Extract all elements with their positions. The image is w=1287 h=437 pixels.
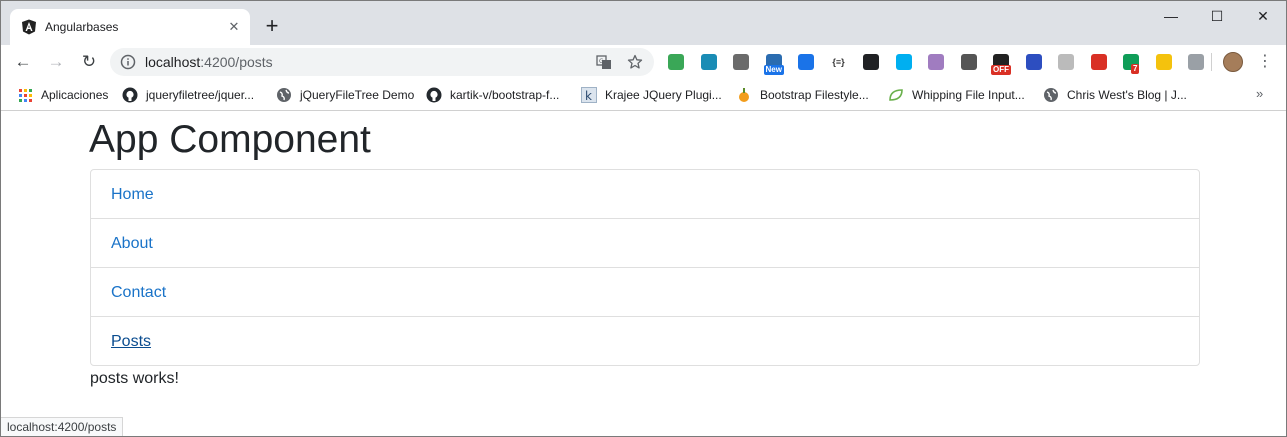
ext-yellow-search-icon[interactable] [1155,54,1172,70]
url-text[interactable]: localhost:4200/posts [145,53,273,71]
ext-terminal-icon[interactable] [863,54,879,70]
url-path: :4200/posts [200,54,273,70]
bookmark-label: Bootstrap Filestyle... [760,88,869,102]
address-bar[interactable]: localhost:4200/posts G [110,48,654,76]
bookmark-star-icon[interactable] [627,54,643,70]
ext-code-icon[interactable] [1188,54,1204,70]
ext-grid-icon[interactable] [928,54,944,70]
menu-kebab-icon[interactable]: ⋮ [1257,51,1273,73]
url-host: localhost [145,54,201,70]
nav-item-home: Home [91,170,1199,219]
bookmark-item[interactable]: jQueryFileTree Demo [276,86,414,104]
tab-close-icon[interactable]: ✕ [226,19,242,35]
nav-item-contact: Contact [91,268,1199,317]
bookmark-label: Whipping File Input... [912,88,1025,102]
bookmark-label: jqueryfiletree/jquer... [146,88,255,102]
ext-spiral-icon[interactable] [700,54,717,70]
toolbar-divider [1211,53,1212,71]
tab-strip: Angularbases ✕ + — ☐ ✕ [1,1,1286,45]
minimize-button[interactable]: — [1148,1,1194,31]
tab-title: Angularbases [45,20,119,34]
nav-link-home[interactable]: Home [111,185,154,205]
nav-link-about[interactable]: About [111,234,153,254]
bookmark-label: Aplicaciones [41,88,109,102]
maximize-button[interactable]: ☐ [1194,1,1240,31]
bookmark-label: Krajee JQuery Plugi... [605,88,722,102]
globe-icon [1043,87,1067,103]
new-tab-button[interactable]: + [260,15,284,39]
ext-check-icon[interactable] [798,54,814,70]
page-content: posts works! [90,370,179,387]
svg-text:k: k [585,89,592,103]
bookmark-label: kartik-v/bootstrap-f... [450,88,560,102]
bookmark-item[interactable]: kartik-v/bootstrap-f... [426,86,559,104]
svg-text:G: G [599,58,604,65]
bookmark-label: jQueryFileTree Demo [300,88,415,102]
bookmarks-overflow-icon[interactable]: » [1256,86,1263,101]
bookmark-label: Chris West's Blog | J... [1067,88,1187,102]
extension-badge: 7 [1131,64,1140,74]
globe-icon [276,87,300,103]
nav-link-posts[interactable]: Posts [111,332,151,352]
page-title: App Component [89,118,371,161]
bookmark-item[interactable]: Bootstrap Filestyle... [736,86,869,104]
bookmark-item[interactable]: k Krajee JQuery Plugi... [581,86,722,104]
browser-window: Angularbases ✕ + — ☐ ✕ ← → ↻ localhost:4… [0,0,1287,437]
back-button[interactable]: ← [11,50,35,74]
ext-moon-icon[interactable] [1025,54,1042,70]
browser-toolbar: ← → ↻ localhost:4200/posts G New {≡} OFF 7 … [1,45,1286,79]
bookmark-item[interactable]: Aplicaciones [17,86,108,104]
krajee-k-icon: k [581,87,605,103]
nav-item-posts: Posts [91,317,1199,366]
github-icon [426,87,450,103]
nav-list-group: Home About Contact Posts [90,169,1200,366]
reload-button[interactable]: ↻ [77,50,101,74]
github-icon [122,87,146,103]
bookmarks-bar: Aplicaciones jqueryfiletree/jquer... jQuer… [1,79,1286,111]
extension-badge: OFF [991,65,1011,75]
ext-skype-icon[interactable] [895,54,912,70]
browser-tab[interactable]: Angularbases ✕ [10,9,250,45]
ext-magnifier-icon[interactable] [733,54,749,70]
ext-refresh-icon[interactable] [1058,54,1074,70]
window-close-button[interactable]: ✕ [1240,1,1286,31]
translate-icon[interactable]: G [596,54,612,70]
page-viewport: App Component Home About Contact Posts post… [1,112,1286,436]
ext-green-j-icon[interactable] [668,54,684,70]
info-icon[interactable] [120,54,136,70]
bootstrap-filestyle-icon [736,87,760,103]
status-bar-url: localhost:4200/posts [1,417,124,436]
nav-link-contact[interactable]: Contact [111,283,166,303]
apps-grid-icon [17,87,41,103]
bookmark-item[interactable]: jqueryfiletree/jquer... [122,86,254,104]
forward-button[interactable]: → [44,50,68,74]
bookmark-item[interactable]: Whipping File Input... [888,86,1025,104]
ext-circle-icon[interactable] [960,54,977,70]
ext-json-icon[interactable]: {≡} [831,54,847,70]
ext-pdf-icon[interactable] [1090,54,1107,70]
bookmark-item[interactable]: Chris West's Blog | J... [1043,86,1187,104]
leaf-icon [888,87,912,103]
avatar[interactable] [1223,52,1243,72]
angular-logo-icon [22,19,36,35]
nav-item-about: About [91,219,1199,268]
extension-badge: New [763,65,784,75]
